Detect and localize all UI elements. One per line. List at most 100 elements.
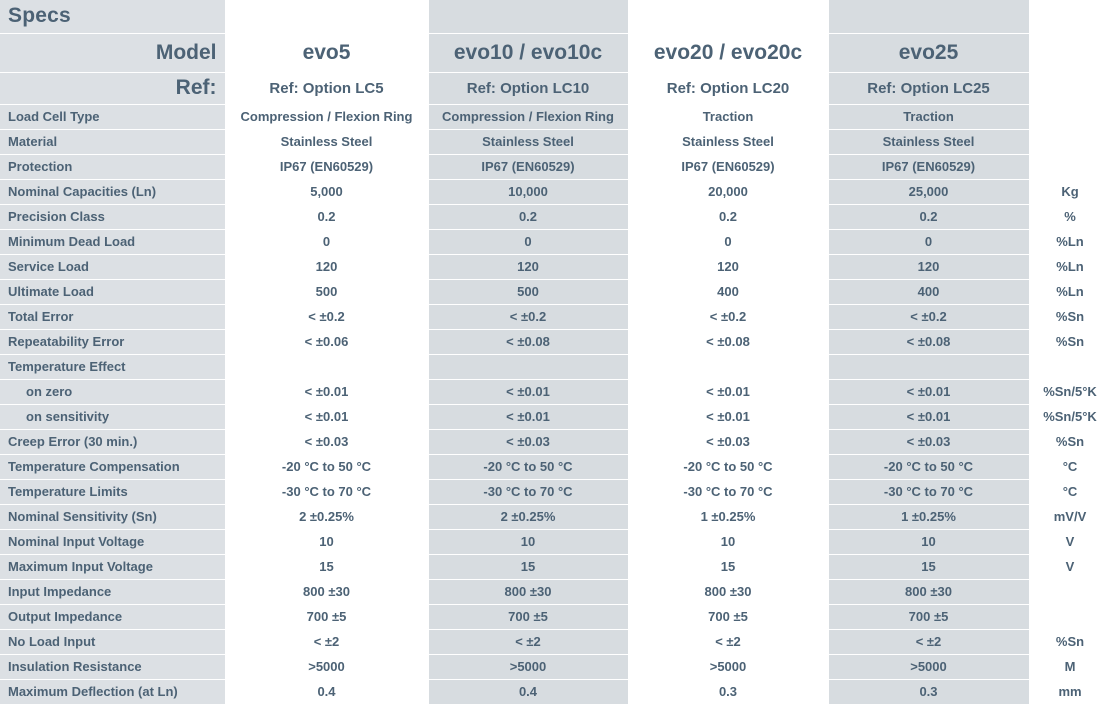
table-row: Ultimate Load 500 500 400 400 %Ln [0, 279, 1111, 305]
spec-value: 0.3 [828, 679, 1030, 705]
spec-value [628, 354, 829, 380]
spec-value: < ±0.03 [828, 429, 1030, 455]
spec-value: 0.4 [225, 679, 429, 705]
spec-label: Load Cell Type [0, 104, 226, 130]
spec-value: 0.2 [628, 204, 829, 230]
spec-value: Stainless Steel [828, 129, 1030, 155]
spec-value: 400 [628, 279, 829, 305]
spec-label: No Load Input [0, 629, 226, 655]
spec-value: 15 [428, 554, 629, 580]
spec-label: Total Error [0, 304, 226, 330]
spec-value: Traction [828, 104, 1030, 130]
spec-label: Minimum Dead Load [0, 229, 226, 255]
spec-label: Service Load [0, 254, 226, 280]
spec-value: 10 [828, 529, 1030, 555]
table-row: on zero < ±0.01 < ±0.01 < ±0.01 < ±0.01 %Sn/5… [0, 379, 1111, 405]
spec-value: -20 °C to 50 °C [428, 454, 629, 480]
spec-unit: %Ln [1029, 229, 1111, 255]
specs-row-spacer-3 [628, 0, 829, 34]
spec-unit: mV/V [1029, 504, 1111, 530]
spec-value: < ±0.01 [428, 379, 629, 405]
spec-value: -30 °C to 70 °C [428, 479, 629, 505]
spec-label: Maximum Deflection (at Ln) [0, 679, 226, 705]
spec-value: IP67 (EN60529) [628, 154, 829, 180]
spec-value: < ±0.01 [225, 379, 429, 405]
spec-label: on sensitivity [0, 404, 226, 430]
table-row: Minimum Dead Load 0 0 0 0 %Ln [0, 229, 1111, 255]
spec-value: -30 °C to 70 °C [628, 479, 829, 505]
model-header-row: Model evo5 evo10 / evo10c evo20 / evo20c evo… [0, 33, 1111, 73]
specs-row-spacer-4 [828, 0, 1030, 34]
table-row: Insulation Resistance >5000 >5000 >5000 >500… [0, 654, 1111, 680]
page-title: Specs [0, 0, 226, 34]
spec-unit: Kg [1029, 179, 1111, 205]
table-row: Repeatability Error < ±0.06 < ±0.08 < ±0.08… [0, 329, 1111, 355]
spec-value: 20,000 [628, 179, 829, 205]
spec-label: Precision Class [0, 204, 226, 230]
spec-value: < ±0.01 [828, 404, 1030, 430]
spec-value: 120 [428, 254, 629, 280]
spec-unit: V [1029, 529, 1111, 555]
spec-unit: %Ln [1029, 279, 1111, 305]
spec-label: Repeatability Error [0, 329, 226, 355]
spec-value: 10 [428, 529, 629, 555]
specs-table: Specs Model evo5 evo10 / evo10c evo20 / evo2… [0, 0, 1111, 705]
spec-value: 800 ±30 [828, 579, 1030, 605]
spec-unit [1029, 129, 1111, 155]
spec-value: 2 ±0.25% [428, 504, 629, 530]
spec-value: 0 [428, 229, 629, 255]
spec-value: 700 ±5 [628, 604, 829, 630]
table-row: Nominal Input Voltage 10 10 10 10 V [0, 529, 1111, 555]
spec-value: 1 ±0.25% [828, 504, 1030, 530]
ref-row-unit-spacer [1029, 72, 1111, 105]
spec-value: 0.2 [225, 204, 429, 230]
spec-unit: % [1029, 204, 1111, 230]
spec-value [828, 354, 1030, 380]
spec-value: < ±0.2 [225, 304, 429, 330]
spec-value: 700 ±5 [428, 604, 629, 630]
spec-value: < ±0.01 [428, 404, 629, 430]
spec-label: Output Impedance [0, 604, 226, 630]
spec-value: -20 °C to 50 °C [828, 454, 1030, 480]
spec-unit [1029, 354, 1111, 380]
spec-value: 800 ±30 [225, 579, 429, 605]
spec-value: 800 ±30 [628, 579, 829, 605]
spec-unit: °C [1029, 454, 1111, 480]
table-row: Temperature Limits -30 °C to 70 °C -30 °C … [0, 479, 1111, 505]
spec-value: 1 ±0.25% [628, 504, 829, 530]
spec-value: 0.2 [828, 204, 1030, 230]
model-ref-3: Ref: Option LC20 [628, 72, 829, 105]
spec-value: < ±0.03 [428, 429, 629, 455]
table-row: Maximum Input Voltage 15 15 15 15 V [0, 554, 1111, 580]
spec-unit: M [1029, 654, 1111, 680]
spec-value: 15 [225, 554, 429, 580]
spec-value: < ±0.01 [628, 404, 829, 430]
spec-value: 800 ±30 [428, 579, 629, 605]
spec-value: 120 [828, 254, 1030, 280]
spec-value: < ±2 [628, 629, 829, 655]
spec-value: 500 [225, 279, 429, 305]
spec-value: 5,000 [225, 179, 429, 205]
spec-label: Protection [0, 154, 226, 180]
spec-label: Maximum Input Voltage [0, 554, 226, 580]
spec-unit: %Sn/5°K [1029, 404, 1111, 430]
table-row: Material Stainless Steel Stainless Steel St… [0, 129, 1111, 155]
specs-title-row: Specs [0, 0, 1111, 34]
table-row: Maximum Deflection (at Ln) 0.4 0.4 0.3 0.3 mm [0, 679, 1111, 705]
spec-label: Insulation Resistance [0, 654, 226, 680]
table-row: Temperature Effect [0, 354, 1111, 380]
spec-value [428, 354, 629, 380]
spec-value: 0.3 [628, 679, 829, 705]
spec-value: >5000 [628, 654, 829, 680]
spec-label: Temperature Limits [0, 479, 226, 505]
model-name-1: evo5 [225, 33, 429, 73]
specs-row-spacer-1 [225, 0, 429, 34]
spec-label: Input Impedance [0, 579, 226, 605]
table-row: Total Error < ±0.2 < ±0.2 < ±0.2 < ±0.2 %Sn [0, 304, 1111, 330]
spec-value: 2 ±0.25% [225, 504, 429, 530]
spec-label: Ultimate Load [0, 279, 226, 305]
spec-value: -30 °C to 70 °C [225, 479, 429, 505]
spec-unit: °C [1029, 479, 1111, 505]
model-name-4: evo25 [828, 33, 1030, 73]
table-row: Temperature Compensation -20 °C to 50 °C -… [0, 454, 1111, 480]
